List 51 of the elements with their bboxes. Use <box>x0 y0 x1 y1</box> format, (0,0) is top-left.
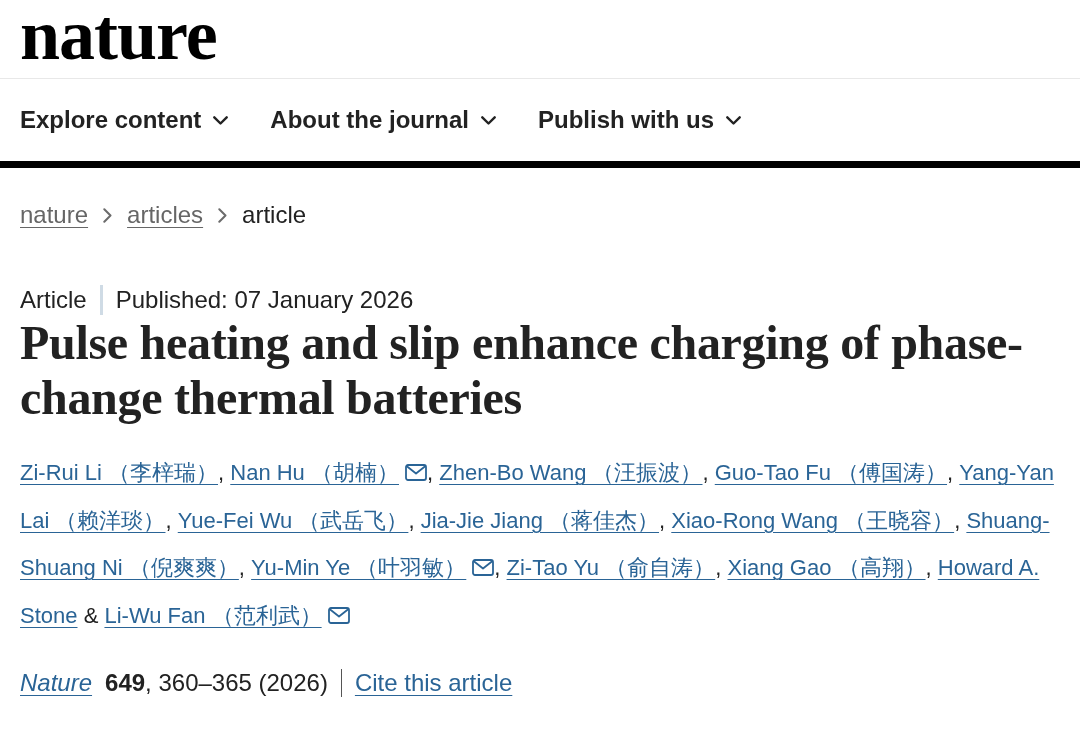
author-link[interactable]: Guo-Tao Fu （傅国涛） <box>714 460 948 485</box>
author-link[interactable]: Nan Hu （胡楠） <box>230 460 399 485</box>
mail-icon[interactable] <box>405 464 427 481</box>
breadcrumb-current: article <box>242 200 307 230</box>
chevron-right-icon <box>103 207 113 223</box>
author-separator: , <box>925 555 932 580</box>
author-separator: , <box>408 507 415 533</box>
author-separator: , <box>238 555 245 580</box>
author-link[interactable]: Stone <box>20 602 78 628</box>
author-separator: , <box>702 460 709 485</box>
chevron-right-icon <box>218 207 228 223</box>
author-separator: , <box>947 460 954 485</box>
author-separator: , <box>427 460 434 485</box>
chevron-down-icon <box>481 115 496 125</box>
breadcrumb-link[interactable]: articles <box>127 200 204 230</box>
author-link[interactable]: Yue-Fei Wu （武岳飞） <box>177 507 409 533</box>
author-separator: , <box>494 555 501 580</box>
nature-logo[interactable]: nature <box>20 0 217 70</box>
author-separator: , <box>165 507 172 533</box>
author-link[interactable]: Zhen-Bo Wang （汪振波） <box>439 460 703 485</box>
chevron-down-icon <box>726 115 742 125</box>
nav-menu-button[interactable]: Publish with us <box>538 105 742 135</box>
breadcrumb-link[interactable]: nature <box>20 200 89 230</box>
article-type: Article <box>20 285 87 315</box>
author-separator: , <box>715 555 722 580</box>
author-link[interactable]: Yang-Yan <box>959 460 1054 485</box>
author-link[interactable]: Lai （赖洋琰） <box>20 507 166 533</box>
author-separator: & <box>83 602 99 628</box>
article-title: Pulse heating and slip enhance charging of phase-change thermal batteries <box>19 315 1024 425</box>
author-link[interactable]: Li-Wu Fan （范利武） <box>104 602 322 628</box>
author-separator: , <box>954 507 961 533</box>
author-link[interactable]: Xiao-Rong Wang （王晓容） <box>671 507 955 533</box>
author-separator: , <box>218 460 225 485</box>
nav-menu-button[interactable]: Explore content <box>20 105 229 135</box>
author-link[interactable]: Howard A. <box>937 555 1040 580</box>
author-link[interactable]: Xiang Gao （高翔） <box>727 555 926 580</box>
author-link[interactable]: Shuang Ni （倪爽爽） <box>20 555 239 580</box>
author-link[interactable]: Zi-Tao Yu （俞自涛） <box>506 555 716 580</box>
citation-details: 649, 360–365 (2026) <box>105 668 328 698</box>
mail-icon[interactable] <box>327 606 350 624</box>
author-link[interactable]: Yu-Min Ye （叶羽敏） <box>251 555 467 580</box>
cite-article-link[interactable]: Cite this article <box>354 668 513 698</box>
author-link[interactable]: Zi-Rui Li （李梓瑞） <box>20 460 218 485</box>
author-link[interactable]: Jia-Jie Jiang （蒋佳杰） <box>420 507 660 533</box>
chevron-down-icon <box>213 115 229 125</box>
author-link[interactable]: Shuang- <box>966 507 1050 533</box>
published-date: Published: 07 January 2026 <box>115 285 414 315</box>
journal-link[interactable]: Nature <box>20 668 93 698</box>
nav-menu-button[interactable]: About the journal <box>270 105 496 135</box>
author-separator: , <box>659 507 666 533</box>
mail-icon[interactable] <box>472 559 495 576</box>
